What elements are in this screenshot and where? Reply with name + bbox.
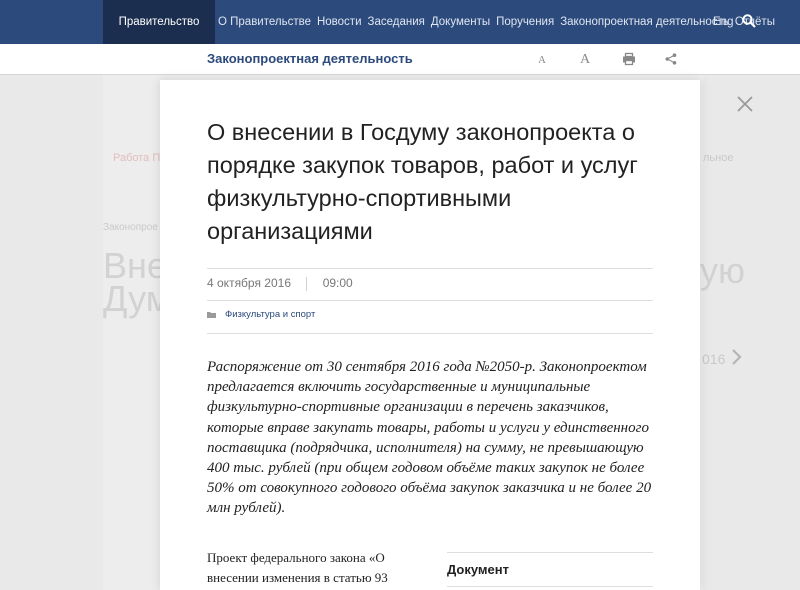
section-title[interactable]: Законопроектная деятельность (207, 44, 413, 74)
article-lead: Распоряжение от 30 сентября 2016 года №2… (207, 359, 652, 517)
search-icon[interactable] (742, 14, 756, 28)
nav-item-about[interactable]: О Правительстве (218, 16, 311, 28)
article-meta: 4 октября 2016 09:00 (207, 276, 353, 291)
document-block[interactable]: Документ (447, 552, 653, 587)
article-time: 09:00 (322, 276, 353, 290)
share-icon[interactable] (665, 53, 677, 65)
font-decrease-button[interactable]: A (538, 54, 546, 66)
nav-item-news[interactable]: Новости (317, 16, 362, 28)
document-label: Документ (447, 562, 509, 577)
lang-switch-link[interactable]: Eng (713, 0, 733, 44)
font-increase-button[interactable]: A (580, 52, 590, 68)
print-icon[interactable] (622, 52, 636, 66)
meta-separator (306, 276, 308, 291)
article-body: Проект федерального закона «О внесении и… (207, 550, 388, 585)
bg-headline-3: ую (700, 250, 745, 291)
bg-breadcrumb: Законопрое (103, 222, 158, 233)
nav-item-documents[interactable]: Документы (431, 16, 490, 28)
bg-year: 016 (702, 351, 726, 367)
divider (207, 268, 653, 269)
close-icon[interactable] (737, 96, 753, 112)
article-title: О внесении в Госдуму законопроекта о пор… (207, 119, 638, 244)
folder-icon (207, 312, 216, 318)
nav-items: О Правительстве Новости Заседания Докуме… (218, 0, 781, 44)
section-header: Законопроектная деятельность A A (0, 44, 800, 75)
article-modal: О внесении в Госдуму законопроекта о пор… (160, 80, 700, 590)
nav-brand-link[interactable]: Правительство России (103, 0, 215, 72)
chevron-right-icon[interactable] (731, 349, 743, 365)
nav-item-instructions[interactable]: Поручения (496, 16, 554, 28)
article-date: 4 октября 2016 (207, 276, 291, 290)
nav-item-meetings[interactable]: Заседания (368, 16, 425, 28)
article-tags: Физкультура и спорт (207, 309, 315, 320)
bg-tab-left: Работа Пр (113, 152, 167, 164)
bg-tab-right: льное (703, 152, 734, 164)
nav-item-legislation[interactable]: Законопроектная деятельность (560, 16, 729, 28)
top-nav: Правительство России О Правительстве Нов… (0, 0, 800, 72)
divider (207, 333, 653, 334)
tag-link[interactable]: Физкультура и спорт (225, 309, 315, 320)
divider (207, 300, 653, 301)
